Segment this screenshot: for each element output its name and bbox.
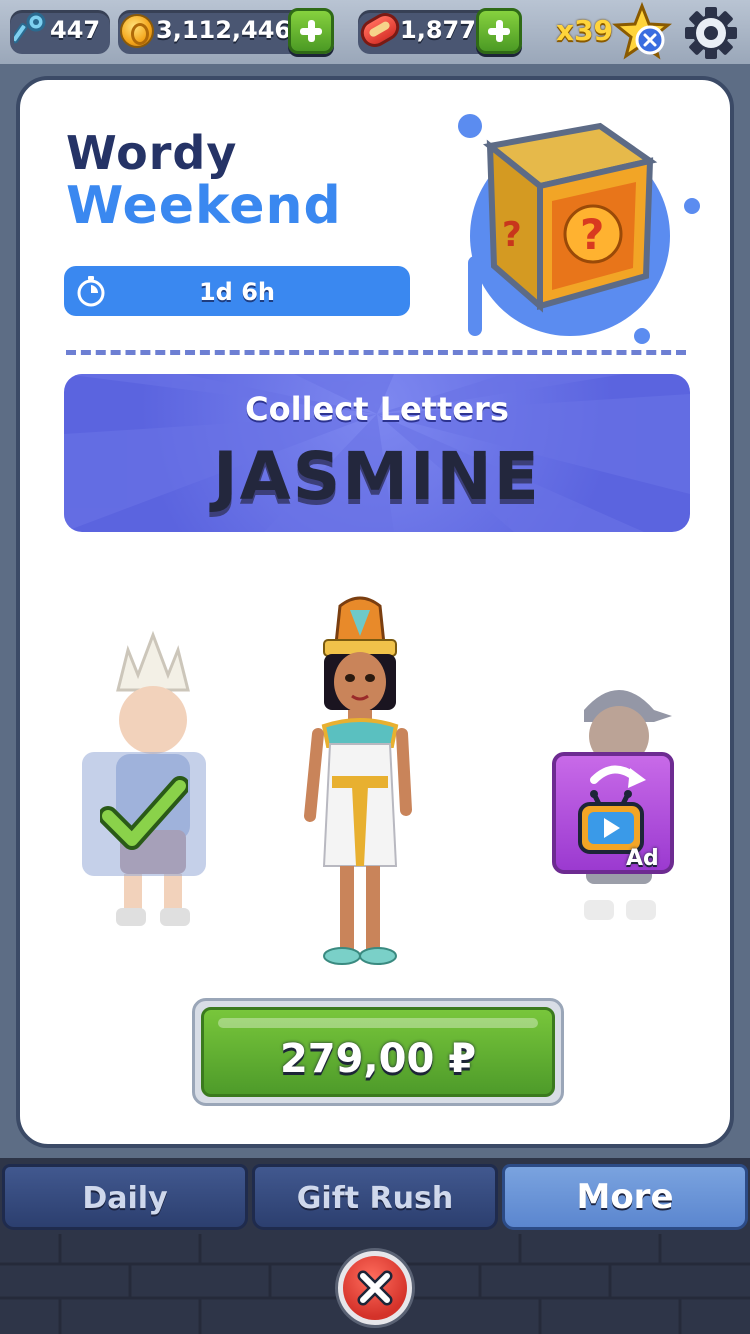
tab-gift-rush-label: Gift Rush — [296, 1181, 454, 1216]
close-button[interactable] — [335, 1248, 415, 1328]
character-jasmine[interactable] — [280, 596, 440, 976]
collect-word: JASMINE — [213, 438, 541, 515]
star-icon[interactable] — [612, 2, 672, 62]
collect-letters-panel: Collect Letters JASMINE — [64, 374, 690, 532]
owned-indicator — [82, 752, 206, 876]
svg-text:?: ? — [580, 210, 604, 259]
dashed-divider — [66, 350, 686, 355]
checkmark-icon — [100, 776, 188, 850]
mystery-box-icon: ? ? — [458, 114, 700, 344]
buy-button[interactable]: 279,00 ₽ — [192, 998, 564, 1106]
event-card: Wordy Weekend 1d 6h ? ? Collect Letters … — [16, 76, 734, 1148]
gear-icon[interactable] — [682, 4, 740, 62]
tab-more[interactable]: More — [502, 1164, 748, 1230]
svg-text:?: ? — [502, 215, 522, 255]
key-icon — [14, 12, 46, 44]
buy-price: 279,00 ₽ — [279, 1036, 477, 1082]
tab-more-label: More — [576, 1177, 674, 1217]
buy-button-face: 279,00 ₽ — [201, 1007, 555, 1097]
close-icon — [357, 1270, 393, 1306]
tab-daily-label: Daily — [82, 1181, 168, 1216]
currency-bar: 447 3,112,446 1,877 x39 — [0, 0, 750, 64]
score-multiplier: x39 — [556, 14, 614, 47]
tab-daily[interactable]: Daily — [2, 1164, 248, 1230]
tab-gift-rush[interactable]: Gift Rush — [252, 1164, 498, 1230]
timer-text: 1d 6h — [198, 278, 276, 306]
event-timer: 1d 6h — [64, 266, 410, 316]
coin-icon — [120, 14, 154, 48]
boards-count: 1,877 — [400, 16, 476, 44]
collect-label: Collect Letters — [245, 390, 509, 428]
add-boards-button[interactable] — [476, 8, 522, 54]
keys-count: 447 — [50, 16, 101, 44]
watch-ad-button[interactable]: Ad — [552, 752, 674, 874]
ad-badge: Ad — [626, 846, 659, 871]
close-button-face — [343, 1256, 407, 1320]
event-title-line1: Wordy — [66, 126, 238, 180]
coins-count: 3,112,446 — [156, 16, 292, 44]
add-coins-button[interactable] — [288, 8, 334, 54]
event-title-line2: Weekend — [66, 176, 342, 236]
